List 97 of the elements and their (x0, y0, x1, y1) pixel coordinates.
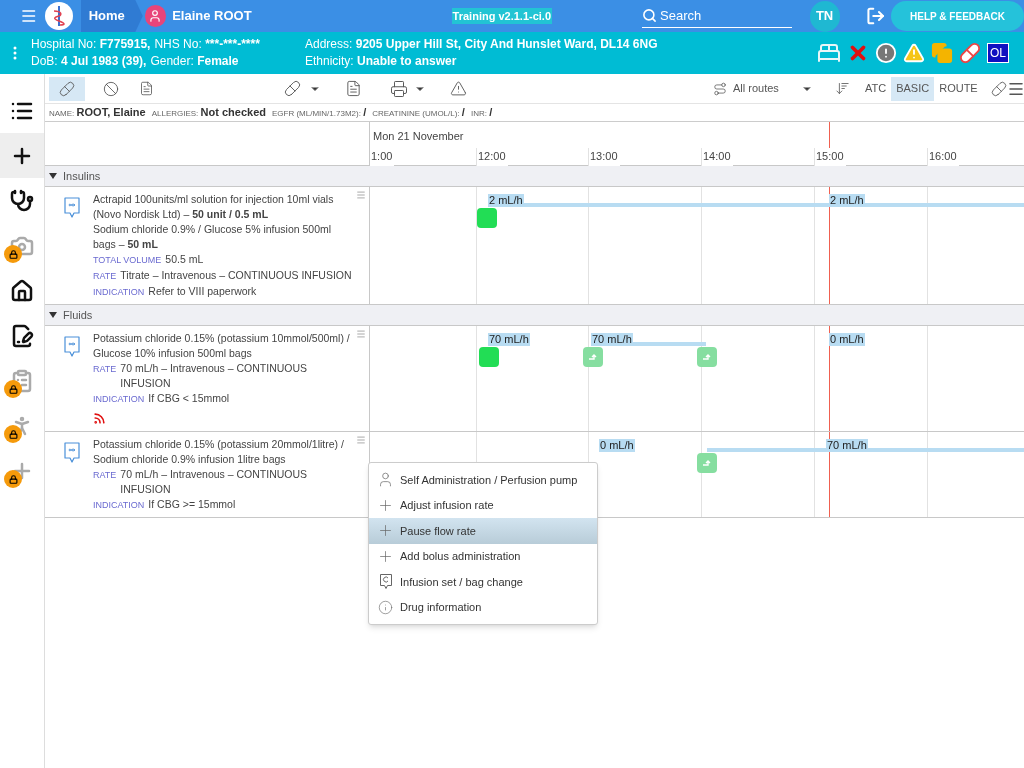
infusion-bag-icon (63, 335, 81, 359)
field-label: TOTAL VOLUME (93, 254, 162, 267)
ol-badge[interactable]: OL (987, 43, 1009, 63)
infusion-bag-icon (63, 196, 81, 220)
pill-icon[interactable] (959, 42, 981, 64)
home-link[interactable]: Home (80, 0, 143, 32)
lock-icon (4, 470, 22, 488)
patient-detail: Hospital No: F775915, (31, 37, 151, 51)
clinical-info: EGFR (ML/MIN/1.73M2): / (272, 105, 367, 121)
view-tab[interactable]: ROUTE (934, 76, 983, 101)
patient-detail: NHS No: ***-***-**** (154, 37, 260, 51)
view-tab[interactable]: ATC (860, 76, 892, 101)
bag-icon (377, 573, 394, 591)
menu-item[interactable]: Adjust infusion rate (369, 492, 597, 518)
rate-change-marker[interactable] (583, 347, 603, 367)
field-value: Refer to VIII paperwork (148, 284, 257, 299)
signal-icon (93, 412, 106, 425)
document-icon[interactable] (139, 81, 154, 96)
exclamation-icon[interactable] (875, 42, 897, 64)
routes-dropdown[interactable]: All routes (713, 80, 813, 97)
field-value: Titrate – Intravenous – CONTINUOUS INFUSION (120, 268, 352, 283)
field-value: If CBG >= 15mmol (148, 497, 236, 512)
infusion-bag-icon (63, 441, 81, 465)
field-label: RATE (93, 469, 117, 482)
search-icon (642, 8, 658, 23)
patient-avatar (144, 5, 167, 27)
menu-item[interactable]: Drug information (369, 594, 597, 620)
group-header[interactable]: Fluids (45, 305, 1024, 326)
arrow-icon (702, 459, 712, 467)
patient-detail: Ethnicity: Unable to answer (305, 54, 457, 68)
lock-icon (4, 380, 22, 398)
clinical-info: INR: / (470, 105, 493, 121)
clinical-info: ALLERGIES: Not checked (151, 105, 266, 121)
pill-icon (59, 80, 75, 97)
rate-label: 70 mL/h (826, 439, 868, 452)
rate-label: 70 mL/h (591, 333, 633, 346)
menu-item[interactable]: Add bolus administration (369, 543, 597, 569)
group-header[interactable]: Insulins (45, 166, 1024, 187)
sort-icon[interactable] (835, 81, 850, 96)
arrow-icon (588, 353, 598, 361)
medication-description: Sodium chloride 0.9% / Glucose 5% infusion 500ml bags – 50 mL (93, 222, 333, 252)
sidebar-item[interactable] (0, 133, 44, 178)
rate-label: 0 mL/h (829, 333, 865, 346)
rate-label: 70 mL/h (488, 333, 530, 346)
arrow-icon (702, 353, 712, 361)
hour-label: 13:00 (588, 148, 620, 166)
caret-icon (49, 173, 57, 179)
medication-description: Actrapid 100units/ml solution for injection 10ml vials (Novo Nordisk Ltd) – 50 unit / 0.5 mL (93, 192, 335, 222)
warning-icon[interactable] (450, 80, 467, 97)
lock-icon (4, 245, 22, 263)
patient-detail: Address: 9205 Upper Hill St, City And Hunslet Ward, DL14 6NG (305, 37, 658, 51)
rate-label: 2 mL/h (829, 194, 865, 207)
menu-item[interactable]: Infusion set / bag change (369, 569, 597, 595)
rate-label: 2 mL/h (488, 194, 524, 207)
stethoscope-icon (10, 188, 34, 213)
clinical-info: CREATININE (UMOL/L): / (372, 105, 465, 121)
hour-label: 12:00 (476, 148, 508, 166)
clipboard-icon (10, 368, 34, 393)
hour-label: 14:00 (701, 148, 733, 166)
field-label: INDICATION (93, 286, 145, 299)
info-icon (377, 599, 394, 615)
field-value: If CBG < 15mmol (148, 391, 230, 406)
hand-pill-tab[interactable] (49, 76, 85, 101)
lock-icon (4, 425, 22, 443)
field-value: 70 mL/h – Intravenous – CONTINUOUS INFUSION (120, 361, 309, 391)
field-label: INDICATION (93, 393, 145, 406)
field-value: 50.5 mL (165, 252, 204, 267)
person-icon (377, 471, 394, 489)
logo-icon (45, 2, 73, 30)
clinical-info: NAME: ROOT, Elaine (49, 105, 146, 121)
logout-icon[interactable] (865, 6, 885, 26)
menu-item[interactable]: Self Administration / Perfusion pump (369, 467, 597, 493)
administration-marker[interactable] (479, 347, 499, 367)
rate-change-marker[interactable] (697, 453, 717, 473)
hour-label: 16:00 (927, 148, 959, 166)
hour-label: 15:00 (814, 148, 846, 166)
patient-detail: DoB: 4 Jul 1983 (39), (31, 54, 147, 68)
rate-label: 0 mL/h (599, 439, 635, 452)
patient-detail: Gender: Female (150, 54, 239, 68)
route-icon (713, 81, 727, 96)
capsule-icon[interactable] (990, 80, 1007, 97)
field-label: INDICATION (93, 499, 145, 512)
rate-change-marker[interactable] (697, 347, 717, 367)
house-icon (10, 278, 34, 303)
medication-description: Potassium chloride 0.15% (potassium 10mmol/500ml) / Glucose 10% infusion 500ml bags (93, 331, 351, 361)
menu-item[interactable]: Pause flow rate (369, 518, 597, 544)
field-label: RATE (93, 270, 117, 283)
print-icon[interactable] (390, 79, 408, 98)
administration-marker[interactable] (477, 208, 497, 228)
field-value: 70 mL/h – Intravenous – CONTINUOUS INFUSION (120, 467, 309, 497)
field-label: RATE (93, 363, 117, 376)
view-tab[interactable]: BASIC (891, 76, 935, 101)
caret-icon (49, 312, 57, 318)
version-badge: Training v2.1.1-ci.0 (451, 7, 553, 25)
timeline-date: Mon 21 November (373, 129, 464, 144)
medication-description: Potassium chloride 0.15% (potassium 20mmol/1litre) / Sodium chloride 0.9% infusion 1litre bags (93, 437, 345, 467)
signature-icon (10, 323, 34, 348)
